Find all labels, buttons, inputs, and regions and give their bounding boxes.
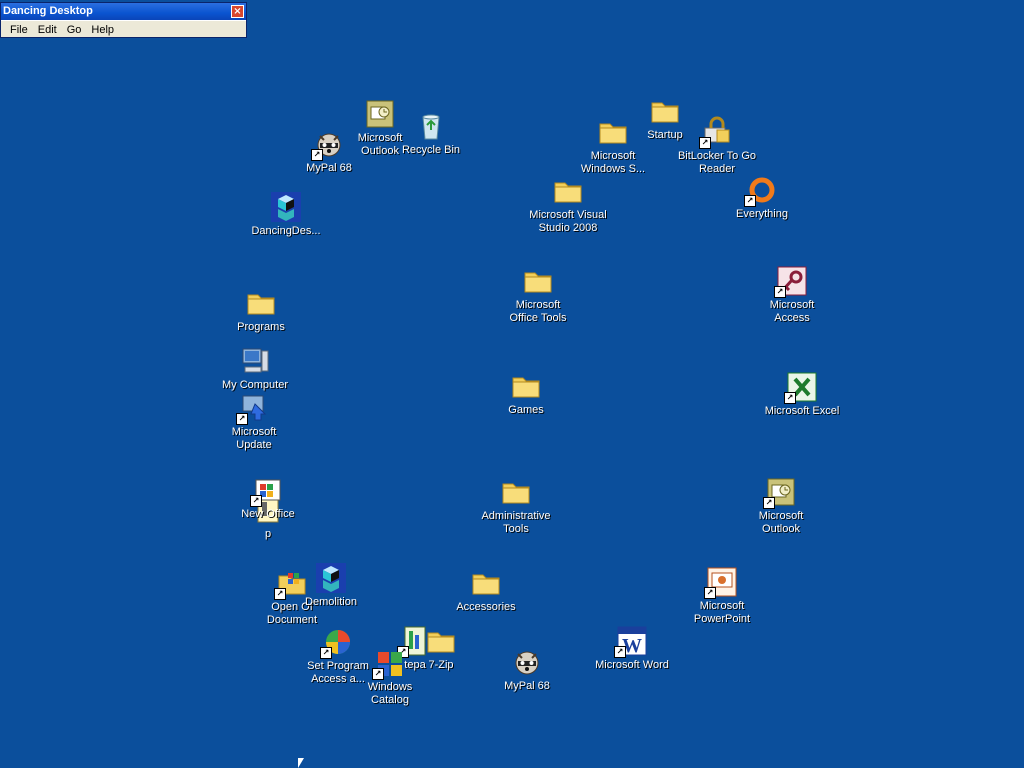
desktop-icon-new-office[interactable]: ↗ New Office <box>222 474 314 521</box>
desktop-icon-microsoft-visual-studio[interactable]: Microsoft Visual Studio 2008 <box>522 175 614 235</box>
menu-help[interactable]: Help <box>86 24 119 36</box>
shortcut-arrow-icon: ↗ <box>250 495 262 507</box>
folder-icon <box>245 287 277 319</box>
desktop-icon-label: Microsoft Windows S... <box>580 150 646 175</box>
shortcut-arrow-icon: ↗ <box>704 587 716 599</box>
menu-bar: File Edit Go Help <box>1 20 246 38</box>
desktop-icon-games[interactable]: Games <box>480 370 572 417</box>
menu-go[interactable]: Go <box>62 24 87 36</box>
recycle-bin-icon <box>415 110 447 142</box>
desktop-icon-label: Microsoft Excel <box>764 405 840 417</box>
desktop-icon-label: Microsoft Update <box>231 426 277 451</box>
folder-icon <box>500 476 532 508</box>
desktop-icon-label: New Office <box>241 508 295 520</box>
desktop-icon-accessories[interactable]: Accessories <box>440 567 532 614</box>
desktop-icon-label: MyPal 68 <box>306 162 352 174</box>
catalog-icon: ↗ <box>372 647 406 680</box>
dancing-desktop-icon <box>315 562 347 594</box>
desktop-icon-demolition[interactable]: Demolition <box>285 562 377 609</box>
shortcut-arrow-icon: ↗ <box>784 392 796 404</box>
close-button[interactable]: × <box>231 5 244 18</box>
desktop-icon-windows-catalog[interactable]: ↗ Windows Catalog <box>344 647 436 707</box>
desktop-icon-microsoft-outlook-right[interactable]: ↗ Microsoft Outlook <box>735 476 827 536</box>
folder-icon <box>597 116 629 148</box>
mouse-pointer-icon <box>298 758 304 768</box>
desktop-icon-label: Administrative Tools <box>481 510 551 535</box>
excel-icon: ↗ <box>784 371 818 404</box>
desktop-icon-label: MyPal 68 <box>504 680 550 692</box>
raccoon-icon <box>511 646 543 678</box>
desktop-icon-mypal-68-bottom[interactable]: MyPal 68 <box>481 646 573 693</box>
desktop-icon-microsoft-windows-s[interactable]: Microsoft Windows S... <box>567 116 659 176</box>
computer-icon <box>239 345 271 377</box>
desktop-icon-label: Microsoft Word <box>595 659 669 671</box>
desktop-icon-label: Microsoft Office Tools <box>509 299 567 324</box>
shortcut-arrow-icon: ↗ <box>320 647 332 659</box>
desktop-icon-label: DancingDes... <box>251 225 321 237</box>
desktop-icon-microsoft-update[interactable]: ↗ Microsoft Update <box>208 392 300 452</box>
desktop-icon-microsoft-word[interactable]: W ↗ Microsoft Word <box>586 625 678 672</box>
menu-edit[interactable]: Edit <box>33 24 62 36</box>
dancing-desktop-icon <box>270 191 302 223</box>
powerpoint-icon: ↗ <box>704 566 738 599</box>
window-title: Dancing Desktop <box>3 5 93 17</box>
desktop-icon-label: My Computer <box>221 379 289 391</box>
desktop-icon-label: Everything <box>736 208 788 220</box>
desktop-icon-label: Games <box>508 404 544 416</box>
folder-icon <box>510 370 542 402</box>
desktop-icon-label: Programs <box>237 321 285 333</box>
everything-icon: ↗ <box>744 174 778 207</box>
desktop-icon-programs[interactable]: Programs <box>215 287 307 334</box>
desktop-icon-label: BitLocker To Go Reader <box>677 150 757 175</box>
shortcut-arrow-icon: ↗ <box>614 646 626 658</box>
desktop-icon-microsoft-powerpoint[interactable]: ↗ Microsoft PowerPoint <box>676 566 768 626</box>
outlook-icon: ↗ <box>763 476 797 509</box>
desktop-icon-microsoft-access[interactable]: ↗ Microsoft Access <box>746 265 838 325</box>
shortcut-arrow-icon: ↗ <box>774 286 786 298</box>
desktop-icon-microsoft-excel[interactable]: ↗ Microsoft Excel <box>756 371 848 418</box>
menu-file[interactable]: File <box>5 24 33 36</box>
desktop-icon-administrative-tools[interactable]: Administrative Tools <box>470 476 562 536</box>
shortcut-arrow-icon: ↗ <box>236 413 248 425</box>
desktop-icon-label: Recycle Bin <box>401 144 461 156</box>
shortcut-arrow-icon: ↗ <box>744 195 756 207</box>
desktop-icon-label: Microsoft Outlook <box>758 510 804 535</box>
folder-icon <box>522 265 554 297</box>
shortcut-arrow-icon: ↗ <box>763 497 775 509</box>
desktop-icon-recycle-bin[interactable]: Recycle Bin <box>385 110 477 157</box>
new-office-icon: ↗ <box>250 474 284 507</box>
desktop-icon-label: p <box>264 528 272 540</box>
desktop-icon-label: Demolition <box>305 596 357 608</box>
update-icon: ↗ <box>236 392 270 425</box>
access-icon: ↗ <box>774 265 808 298</box>
desktop-icon-label: Windows Catalog <box>367 681 413 706</box>
folder-icon <box>552 175 584 207</box>
dancing-desktop-window: Dancing Desktop × File Edit Go Help <box>0 2 247 38</box>
shortcut-arrow-icon: ↗ <box>311 149 323 161</box>
desktop-icon-my-computer[interactable]: My Computer <box>209 345 301 392</box>
shortcut-arrow-icon: ↗ <box>372 668 384 680</box>
folder-icon <box>470 567 502 599</box>
word-icon: W ↗ <box>614 625 648 658</box>
desktop-icon-everything[interactable]: ↗ Everything <box>716 174 808 221</box>
desktop-icon-label: Accessories <box>456 601 516 613</box>
desktop-icon-dancingdes[interactable]: DancingDes... <box>240 191 332 238</box>
desktop-icon-microsoft-office-tools[interactable]: Microsoft Office Tools <box>492 265 584 325</box>
desktop-icon-label: Microsoft Visual Studio 2008 <box>529 209 607 234</box>
desktop-icon-label: Microsoft PowerPoint <box>693 600 751 625</box>
desktop-icon-label: Microsoft Access <box>769 299 815 324</box>
title-bar[interactable]: Dancing Desktop × <box>1 3 246 20</box>
